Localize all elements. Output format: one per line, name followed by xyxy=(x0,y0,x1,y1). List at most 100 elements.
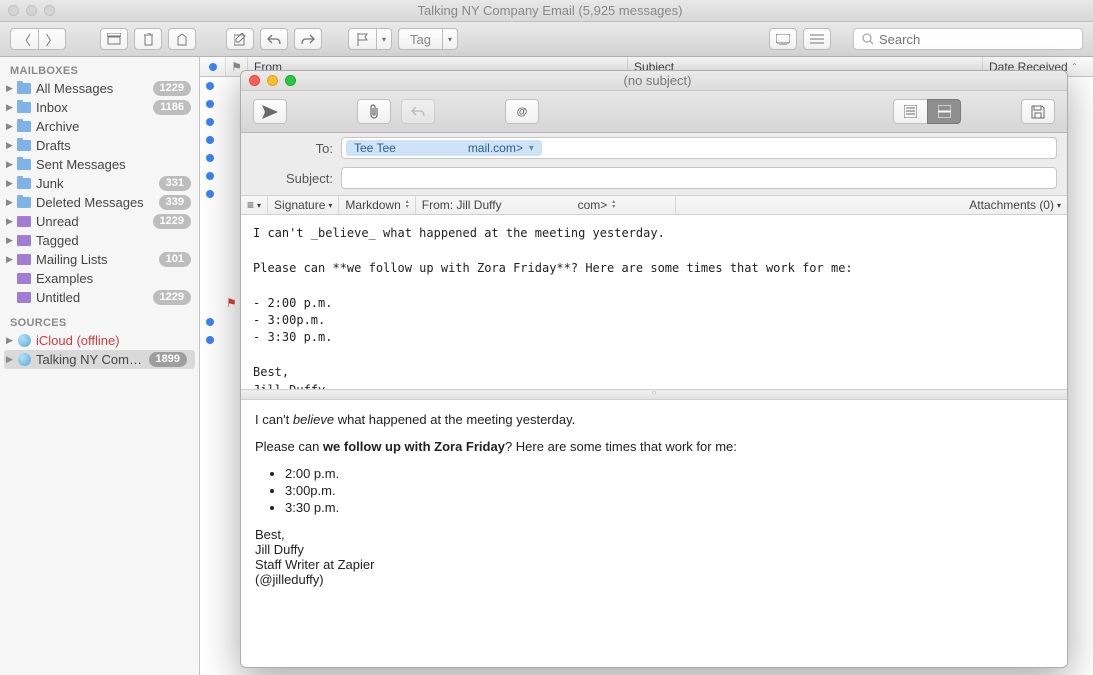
forward-button[interactable] xyxy=(294,28,322,50)
nav-back-button[interactable]: 〈 xyxy=(10,28,38,50)
preview-signature: Best, Jill Duffy Staff Writer at Zapier … xyxy=(255,527,1053,587)
smart-folder-icon xyxy=(17,235,31,246)
mailboxes-header: MAILBOXES xyxy=(0,61,199,79)
sidebar-item-all-messages[interactable]: ▶ All Messages 1229 xyxy=(0,79,199,98)
archive-button[interactable] xyxy=(100,28,128,50)
preview-line: I can't believe what happened at the mee… xyxy=(255,412,1053,427)
globe-icon xyxy=(18,334,31,347)
sidebar-item-mailinglists[interactable]: ▶ Mailing Lists 101 xyxy=(0,250,199,269)
sidebar-item-inbox[interactable]: ▶ Inbox 1186 xyxy=(0,98,199,117)
list-style-button[interactable]: ≡▾ xyxy=(241,196,268,214)
count-badge: 101 xyxy=(159,252,191,267)
splitter-handle[interactable] xyxy=(241,390,1067,400)
count-badge: 339 xyxy=(159,195,191,210)
folder-icon xyxy=(17,121,31,132)
sidebar-source-talkingny[interactable]: ▶ Talking NY Company... 1899 xyxy=(4,350,195,369)
tag-menu-button[interactable]: ▾ xyxy=(442,28,458,50)
chevron-down-icon[interactable]: ▾ xyxy=(529,143,534,154)
undo-button[interactable] xyxy=(401,99,435,124)
window-title: Talking NY Company Email (5,925 messages… xyxy=(55,3,1085,18)
sidebar-item-archive[interactable]: ▶ Archive xyxy=(0,117,199,136)
preview-pane: I can't believe what happened at the mee… xyxy=(241,400,1067,667)
folder-icon xyxy=(17,83,31,94)
compose-titlebar[interactable]: (no subject) xyxy=(241,71,1067,91)
folder-icon xyxy=(17,159,31,170)
flag-button[interactable] xyxy=(348,28,376,50)
compose-window: (no subject) @ To: xyxy=(240,70,1068,668)
send-button[interactable] xyxy=(253,99,287,124)
subject-label: Subject: xyxy=(241,171,341,186)
signature-select[interactable]: Signature ▾ xyxy=(268,196,339,214)
sidebar-item-sent[interactable]: ▶ Sent Messages xyxy=(0,155,199,174)
view-mode-2-button[interactable] xyxy=(927,99,961,124)
unread-column[interactable] xyxy=(200,57,226,76)
list-item: 3:30 p.m. xyxy=(285,500,1053,515)
search-icon xyxy=(862,33,874,45)
sidebar-item-deleted[interactable]: ▶ Deleted Messages 339 xyxy=(0,193,199,212)
list-mode-button[interactable] xyxy=(803,28,831,50)
attach-button[interactable] xyxy=(357,99,391,124)
to-field-row: To: Tee Tee mail.com> ▾ xyxy=(241,133,1067,163)
minimize-icon[interactable] xyxy=(267,75,278,86)
compose-toolbar: @ xyxy=(241,91,1067,133)
sidebar-source-icloud[interactable]: ▶ iCloud (offline) xyxy=(0,331,199,350)
format-bar: ≡▾ Signature ▾ Markdown▴▾ From: Jill Duf… xyxy=(241,195,1067,215)
sidebar-item-examples[interactable]: ▶ Examples xyxy=(0,269,199,288)
to-label: To: xyxy=(241,141,341,156)
subject-field-row: Subject: xyxy=(241,163,1067,195)
search-input[interactable] xyxy=(879,32,1074,47)
smart-folder-icon xyxy=(17,292,31,303)
from-select[interactable]: From: Jill Duffy com> ▴▾ xyxy=(416,196,676,214)
count-badge: 1186 xyxy=(153,100,191,115)
globe-icon xyxy=(18,353,31,366)
save-draft-button[interactable] xyxy=(1021,99,1055,124)
window-titlebar: Talking NY Company Email (5,925 messages… xyxy=(0,0,1093,22)
sidebar-item-drafts[interactable]: ▶ Drafts xyxy=(0,136,199,155)
sidebar-item-unread[interactable]: ▶ Unread 1229 xyxy=(0,212,199,231)
tag-button[interactable]: Tag xyxy=(398,28,442,50)
count-badge: 1229 xyxy=(153,290,191,305)
subject-input[interactable] xyxy=(341,167,1057,189)
preview-list: 2:00 p.m. 3:00p.m. 3:30 p.m. xyxy=(285,466,1053,515)
list-item: 2:00 p.m. xyxy=(285,466,1053,481)
search-field[interactable] xyxy=(853,28,1083,50)
compose-window-controls[interactable] xyxy=(249,75,296,86)
trash-button[interactable] xyxy=(134,28,162,50)
to-input[interactable]: Tee Tee mail.com> ▾ xyxy=(341,137,1057,159)
attachments-select[interactable]: Attachments (0) ▾ xyxy=(963,196,1067,214)
view-mode-1-button[interactable] xyxy=(893,99,927,124)
sidebar-item-junk[interactable]: ▶ Junk 331 xyxy=(0,174,199,193)
thread-button[interactable] xyxy=(769,28,797,50)
compose-button[interactable] xyxy=(226,28,254,50)
count-badge: 1899 xyxy=(149,352,187,367)
recipient-pill[interactable]: Tee Tee mail.com> ▾ xyxy=(346,140,542,156)
sources-header: SOURCES xyxy=(0,313,199,331)
count-badge: 1229 xyxy=(153,81,191,96)
folder-icon xyxy=(17,197,31,208)
count-badge: 331 xyxy=(159,176,191,191)
zoom-icon[interactable] xyxy=(285,75,296,86)
count-badge: 1229 xyxy=(153,214,191,229)
sidebar: MAILBOXES ▶ All Messages 1229 ▶ Inbox 11… xyxy=(0,57,200,675)
window-controls-inactive xyxy=(8,5,55,16)
folder-icon xyxy=(17,102,31,113)
smart-folder-icon xyxy=(17,216,31,227)
folder-icon xyxy=(17,178,31,189)
flag-menu-button[interactable]: ▾ xyxy=(376,28,392,50)
list-item: 3:00p.m. xyxy=(285,483,1053,498)
junk-button[interactable] xyxy=(168,28,196,50)
reply-button[interactable] xyxy=(260,28,288,50)
sidebar-item-untitled[interactable]: ▶ Untitled 1229 xyxy=(0,288,199,307)
main-toolbar: 〈 〉 ▾ Tag ▾ xyxy=(0,22,1093,57)
compose-title: (no subject) xyxy=(296,73,1059,88)
sidebar-item-tagged[interactable]: ▶ Tagged xyxy=(0,231,199,250)
tag-label: Tag xyxy=(410,32,431,47)
preview-line: Please can we follow up with Zora Friday… xyxy=(255,439,1053,454)
smart-folder-icon xyxy=(17,254,31,265)
markdown-editor[interactable]: I can't _believe_ what happened at the m… xyxy=(241,215,1067,390)
flag-icon xyxy=(226,295,237,310)
close-icon[interactable] xyxy=(249,75,260,86)
address-button[interactable]: @ xyxy=(505,99,539,124)
nav-forward-button[interactable]: 〉 xyxy=(38,28,66,50)
format-select[interactable]: Markdown▴▾ xyxy=(339,196,415,214)
